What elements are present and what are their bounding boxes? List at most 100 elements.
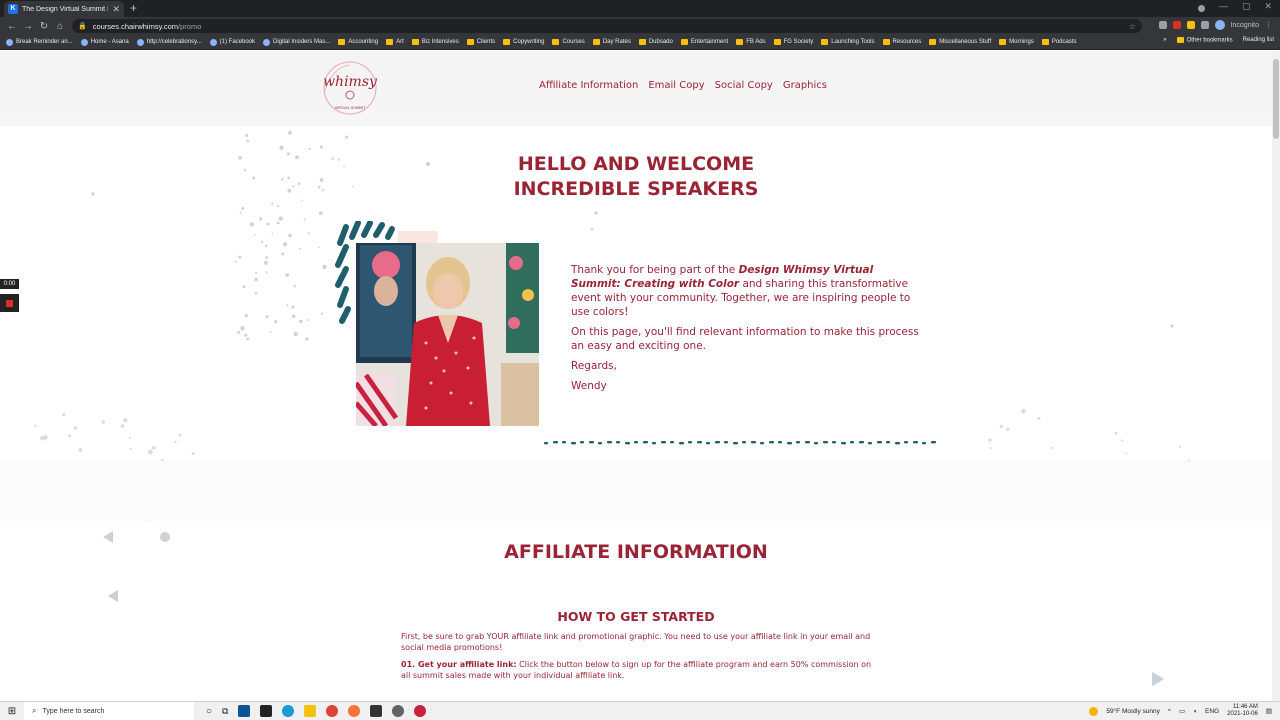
whimsy-logo[interactable]: whimsy VIRTUAL SUMMIT [318, 59, 382, 117]
nav-graphics[interactable]: Graphics [783, 80, 827, 91]
globe-icon [80, 38, 88, 46]
minimize-icon[interactable]: — [1219, 1, 1228, 12]
tray-chevron-icon[interactable]: ^ [1168, 708, 1171, 715]
taskbar-clock[interactable]: 11:46 AM 2021-10-06 [1227, 704, 1258, 718]
nav-affiliate-information[interactable]: Affiliate Information [539, 80, 638, 91]
maximize-icon[interactable]: ▢ [1242, 1, 1251, 12]
recorder-stop-button[interactable] [0, 294, 19, 312]
bookmark-item[interactable]: Break Reminder an... [6, 38, 73, 46]
globe-icon [136, 38, 144, 46]
intro-regards: Regards, [571, 360, 617, 372]
reading-list[interactable]: Reading list [1243, 37, 1274, 43]
bookmark-item[interactable]: Mornings [999, 39, 1034, 45]
bookmark-star-icon[interactable]: ☆ [1129, 22, 1136, 31]
teal-dash-divider [544, 441, 936, 445]
intro-paragraph-2: On this page, you'll find relevant infor… [571, 326, 919, 352]
windows-taskbar: ⊞ ⌕ Type here to search ○ ⧉ 59°F Mostly … [0, 701, 1280, 720]
bookmark-item[interactable]: Resources [882, 39, 921, 45]
taskbar-search[interactable]: ⌕ Type here to search [24, 701, 194, 720]
extension-icon[interactable] [1186, 21, 1195, 29]
folder-icon [552, 39, 560, 45]
close-window-icon[interactable]: ✕ [1264, 1, 1272, 12]
new-tab-button[interactable]: + [130, 1, 137, 15]
bookmark-item[interactable]: Podcasts [1041, 39, 1077, 45]
folder-icon [411, 39, 419, 45]
bookmark-item[interactable]: Copywriting [503, 39, 544, 45]
bookmark-item[interactable]: Clients [466, 39, 495, 45]
section-divider-band [0, 461, 1272, 521]
recorder-app-icon[interactable] [414, 705, 427, 717]
mail-app-icon[interactable] [238, 705, 251, 717]
affiliate-information-heading: AFFILIATE INFORMATION [504, 541, 768, 563]
incognito-avatar-icon[interactable] [1214, 20, 1225, 30]
bookmark-item[interactable]: Dubsado [638, 39, 673, 45]
bookmark-item[interactable]: FG Society [773, 39, 813, 45]
bookmark-item[interactable]: Day Rates [592, 39, 631, 45]
bookmark-item[interactable]: Miscellaneous Stuff [929, 39, 991, 45]
firefox-icon[interactable] [348, 705, 361, 717]
chrome-icon[interactable] [326, 705, 339, 717]
bookmark-item[interactable]: Entertainment [680, 39, 728, 45]
affiliate-instructions: First, be sure to grab YOUR affiliate li… [401, 631, 881, 687]
close-tab-icon[interactable]: ✕ [112, 4, 120, 15]
home-icon[interactable]: ⌂ [52, 21, 68, 32]
file-explorer-icon[interactable] [304, 705, 317, 717]
bookmark-item[interactable]: Art [386, 39, 404, 45]
stop-icon [6, 300, 13, 307]
bookmark-item[interactable]: FB Ads [736, 39, 766, 45]
folder-icon [503, 39, 511, 45]
site-favicon-icon: K [8, 4, 18, 14]
intro-signature: Wendy [571, 380, 607, 392]
tab-title: The Design Virtual Summit Prom... [22, 5, 108, 13]
search-icon: ⌕ [32, 706, 37, 715]
store-icon[interactable] [370, 705, 383, 717]
extension-icon[interactable] [1172, 21, 1181, 29]
scrollbar-thumb[interactable] [1273, 59, 1279, 139]
task-view-icon[interactable]: ⧉ [222, 706, 228, 717]
extension-icon[interactable] [1158, 21, 1167, 29]
browser-toolbar: ← → ↻ ⌂ 🔒 courses.chairwhimsy.com/promo … [0, 17, 1280, 35]
nav-social-copy[interactable]: Social Copy [715, 80, 773, 91]
notifications-icon[interactable]: ▤ [1266, 707, 1272, 715]
windows-start-icon[interactable]: ⊞ [0, 706, 24, 717]
affiliate-paragraph-1: First, be sure to grab YOUR affiliate li… [401, 632, 871, 652]
bookmark-item[interactable]: Digital Insiders Mas... [263, 38, 330, 46]
reload-icon[interactable]: ↻ [36, 21, 52, 32]
edge-icon[interactable] [282, 705, 295, 717]
page-viewport: whimsy VIRTUAL SUMMIT Affiliate Informat… [0, 51, 1272, 701]
system-tray: 59°F Mostly sunny ^ ▭ ◖ ENG 11:46 AM 202… [1089, 704, 1272, 718]
bookmark-item[interactable]: http://celebrationsy... [136, 38, 202, 46]
globe-icon [263, 38, 271, 46]
bookmark-item[interactable]: Accounting [338, 39, 378, 45]
page-scrollbar[interactable] [1272, 51, 1280, 701]
bookmark-item[interactable]: Courses [552, 39, 585, 45]
back-icon[interactable]: ← [4, 21, 20, 32]
chrome-incognito-icon[interactable] [392, 705, 405, 717]
address-bar[interactable]: 🔒 courses.chairwhimsy.com/promo ☆ [72, 19, 1142, 33]
record-indicator-icon [1197, 5, 1205, 12]
cortana-icon[interactable]: ○ [206, 706, 212, 717]
weather-text[interactable]: 59°F Mostly sunny [1106, 708, 1160, 715]
bookmark-item[interactable]: (1) Facebook [209, 38, 255, 46]
bookmark-item[interactable]: Launching Tools [821, 39, 875, 45]
bookmark-item[interactable]: Home - Asana [80, 38, 129, 46]
forward-icon[interactable]: → [20, 21, 36, 32]
bookmark-item[interactable]: Biz Intensives [411, 39, 459, 45]
bookmarks-overflow-icon[interactable]: » [1163, 37, 1166, 43]
folder-icon [773, 39, 781, 45]
menu-kebab-icon[interactable]: ⋮ [1265, 21, 1272, 29]
network-icon[interactable]: ▭ [1179, 707, 1185, 715]
other-bookmarks[interactable]: Other bookmarks [1176, 37, 1233, 44]
puzzle-icon[interactable] [1200, 21, 1209, 29]
app-icon[interactable] [260, 705, 273, 717]
globe-icon [209, 38, 217, 46]
folder-icon [592, 39, 600, 45]
folder-icon [999, 39, 1007, 45]
logo-text: whimsy [323, 74, 378, 90]
language-indicator[interactable]: ENG [1205, 708, 1219, 715]
nav-email-copy[interactable]: Email Copy [648, 80, 704, 91]
folder-icon [386, 39, 394, 45]
browser-tab-active[interactable]: K The Design Virtual Summit Prom... ✕ [4, 1, 124, 17]
volume-icon[interactable]: ◖ [1193, 708, 1197, 715]
welcome-heading: HELLO AND WELCOME INCREDIBLE SPEAKERS [0, 152, 1272, 202]
